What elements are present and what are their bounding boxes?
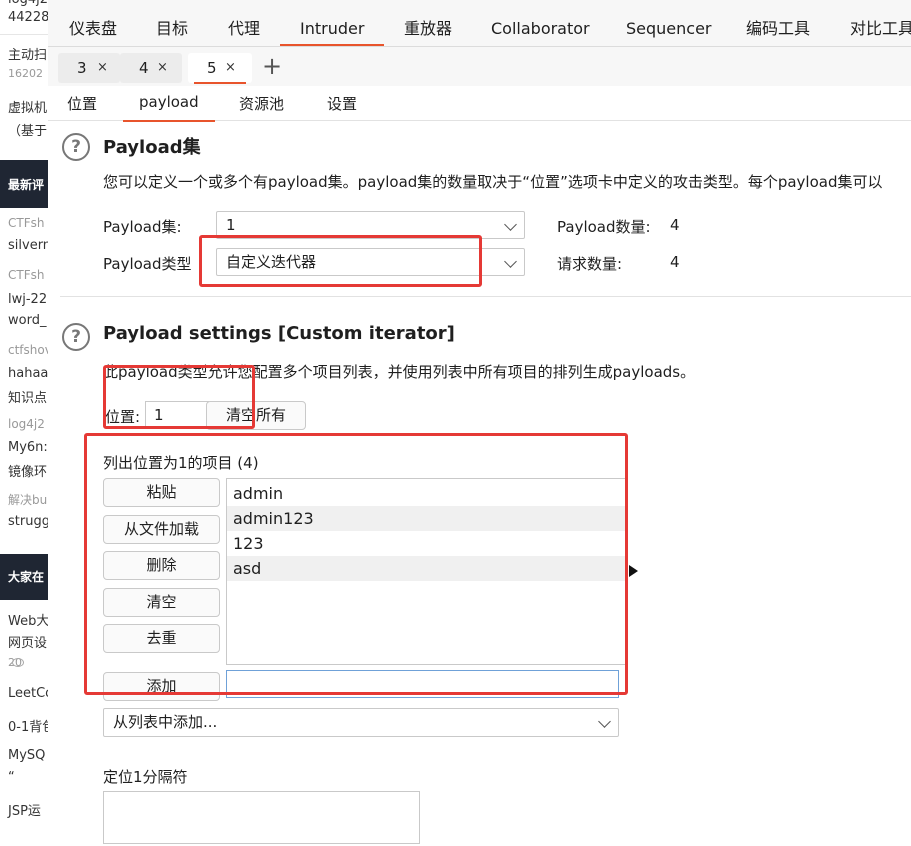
sidebar-text: My6n: bbox=[8, 440, 48, 455]
position-field[interactable]: 1 bbox=[145, 401, 209, 429]
attack-tab-label: 4 bbox=[139, 59, 149, 77]
sidebar-text: MySQ bbox=[8, 748, 46, 763]
separator-label: 定位1分隔符 bbox=[103, 768, 188, 786]
main-tab-collaborator[interactable]: Collaborator bbox=[489, 8, 592, 46]
sidebar-text: 16202 bbox=[8, 67, 43, 80]
main-tab-sequencer[interactable]: Sequencer bbox=[624, 8, 714, 46]
main-tab-目标[interactable]: 目标 bbox=[154, 8, 190, 46]
background-blog-sidebar: log4j2 44228 主动扫 16202 虚拟机 （基于 CTFsh silverm CTF… bbox=[0, 0, 48, 846]
attack-tab-5[interactable]: 5 × bbox=[188, 53, 252, 84]
tab-resource-pool[interactable]: 资源池 bbox=[239, 93, 284, 114]
main-tab-仪表盘[interactable]: 仪表盘 bbox=[67, 8, 119, 46]
sidebar-text: 解决bu bbox=[8, 493, 48, 507]
list-item[interactable]: 123 bbox=[227, 531, 625, 556]
sidebar-text: hahaa bbox=[8, 366, 48, 381]
main-tab-编码工具[interactable]: 编码工具 bbox=[744, 8, 812, 46]
sidebar-text: 知识点 bbox=[8, 391, 48, 406]
eye-icon bbox=[12, 658, 24, 667]
payload-type-value: 自定义迭代器 bbox=[226, 253, 317, 271]
attack-tab-label: 5 bbox=[207, 59, 217, 77]
list-title: 列出位置为1的项目 (4) bbox=[103, 454, 259, 472]
sidebar-text: 虚拟机 bbox=[8, 101, 48, 116]
main-tab-重放器[interactable]: 重放器 bbox=[402, 8, 454, 46]
sidebar-text: 0-1背包 bbox=[8, 720, 48, 735]
sidebar-text: （基于 bbox=[8, 124, 48, 139]
sidebar-text: CTFsh bbox=[8, 216, 45, 230]
chevron-down-icon bbox=[598, 715, 611, 728]
sidebar-text: log4j2 bbox=[8, 417, 45, 431]
load-from-file-button[interactable]: 从文件加载 bbox=[103, 515, 220, 544]
payload-set-select[interactable]: 1 bbox=[216, 211, 525, 239]
list-item[interactable]: admin bbox=[227, 481, 625, 506]
payload-set-label: Payload集: bbox=[103, 218, 182, 236]
sidebar-text: CTFsh bbox=[8, 268, 45, 282]
expand-arrow-icon[interactable] bbox=[629, 565, 638, 577]
payload-count-label: Payload数量: bbox=[557, 218, 651, 236]
sidebar-text: 镜像环 bbox=[8, 465, 48, 480]
tab-positions[interactable]: 位置 bbox=[67, 93, 97, 114]
section-tab-bar: 位置 payload 资源池 设置 bbox=[48, 86, 911, 122]
attack-tab-label: 3 bbox=[77, 59, 87, 77]
sidebar-text: 44228 bbox=[8, 10, 48, 25]
close-icon[interactable]: × bbox=[157, 53, 168, 83]
request-count-value: 4 bbox=[670, 253, 680, 271]
tab-payloads[interactable]: payload bbox=[123, 93, 215, 122]
attack-tab-4[interactable]: 4 × bbox=[120, 53, 182, 83]
everyone-reading-band: 大家在 bbox=[0, 554, 48, 600]
payload-settings-title: Payload settings [Custom iterator] bbox=[103, 323, 455, 344]
list-item[interactable]: asd bbox=[227, 556, 625, 581]
chevron-down-icon bbox=[504, 255, 517, 268]
sidebar-text: word_ bbox=[8, 313, 47, 328]
paste-button[interactable]: 粘贴 bbox=[103, 478, 220, 507]
payload-type-label: Payload类型 bbox=[103, 255, 192, 273]
latest-comments-band: 最新评 bbox=[0, 160, 48, 208]
payload-settings-description: 此payload类型允许您配置多个项目列表，并使用列表中所有项目的排列生成pay… bbox=[103, 363, 696, 381]
sidebar-text: 网页设 bbox=[8, 636, 48, 651]
section-divider bbox=[60, 296, 911, 297]
payload-sets-title: Payload集 bbox=[103, 137, 201, 158]
sidebar-text: JSP运 bbox=[8, 804, 41, 819]
main-tab-代理[interactable]: 代理 bbox=[226, 8, 262, 46]
payload-items-list[interactable]: admin admin123 123 asd bbox=[226, 478, 626, 665]
separator-textarea[interactable] bbox=[103, 791, 420, 844]
payload-sets-description: 您可以定义一个或多个有payload集。payload集的数量取决于“位置”选项… bbox=[103, 173, 883, 191]
everyone-reading-label: 大家在 bbox=[8, 570, 45, 584]
close-icon[interactable]: × bbox=[225, 53, 236, 83]
sidebar-text: ctfshov bbox=[8, 343, 48, 357]
help-icon[interactable]: ? bbox=[62, 133, 90, 161]
payload-count-value: 4 bbox=[670, 216, 680, 234]
sidebar-text: “ bbox=[8, 770, 15, 785]
clear-all-button[interactable]: 清空所有 bbox=[206, 401, 306, 430]
close-icon[interactable]: × bbox=[97, 53, 108, 83]
payload-type-select[interactable]: 自定义迭代器 bbox=[216, 248, 525, 276]
plus-icon[interactable]: + bbox=[262, 52, 282, 80]
sidebar-text: lwj-220 bbox=[8, 292, 48, 307]
add-from-list-select[interactable]: 从列表中添加... bbox=[103, 708, 619, 737]
attack-tab-bar: 3 × 4 × 5 × bbox=[48, 47, 911, 86]
position-label: 位置: bbox=[105, 408, 141, 426]
sidebar-text: Web大 bbox=[8, 614, 48, 629]
add-item-input[interactable] bbox=[226, 670, 619, 698]
sidebar-text: strugg bbox=[8, 514, 48, 529]
sidebar-text: log4j2 bbox=[8, 0, 48, 7]
sidebar-text: 主动扫 bbox=[8, 48, 48, 63]
add-button[interactable]: 添加 bbox=[103, 672, 220, 701]
main-tab-bar: 仪表盘 目标 代理 Intruder 重放器 Collaborator Sequencer 编… bbox=[48, 8, 911, 47]
clear-button[interactable]: 清空 bbox=[103, 588, 220, 617]
attack-tab-3[interactable]: 3 × bbox=[58, 53, 120, 83]
sidebar-text: silverm bbox=[8, 238, 48, 253]
remove-button[interactable]: 删除 bbox=[103, 551, 220, 580]
tab-settings[interactable]: 设置 bbox=[327, 93, 357, 114]
deduplicate-button[interactable]: 去重 bbox=[103, 624, 220, 653]
help-icon[interactable]: ? bbox=[62, 323, 90, 351]
latest-comments-label: 最新评 bbox=[8, 178, 45, 192]
request-count-label: 请求数量: bbox=[557, 255, 623, 273]
chevron-down-icon bbox=[504, 218, 517, 231]
payload-set-value: 1 bbox=[226, 216, 236, 234]
list-item[interactable]: admin123 bbox=[227, 506, 625, 531]
main-tab-intruder[interactable]: Intruder bbox=[279, 8, 385, 46]
main-tab-对比工具[interactable]: 对比工具 bbox=[848, 8, 911, 46]
add-from-list-value: 从列表中添加... bbox=[113, 713, 218, 731]
sidebar-text: LeetCo bbox=[8, 686, 48, 701]
